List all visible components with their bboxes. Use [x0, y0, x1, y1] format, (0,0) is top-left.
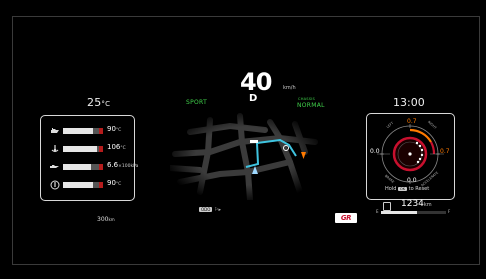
transmission-temp-icon [50, 144, 60, 154]
speed-unit: km/h [283, 85, 296, 91]
fuel-pump-icon [383, 202, 391, 211]
coolant-temp-bar [63, 182, 103, 188]
gauge-row-oil-temp: 90°C [50, 125, 130, 137]
transmission-temp-bar [63, 146, 103, 152]
oil-pressure-bar [63, 164, 103, 170]
fuel-gauge: 1234km E F [376, 199, 451, 214]
reset-hint: Hold OK to Reset [385, 186, 430, 192]
chassis-label: CHASSIS [298, 97, 315, 101]
gear-indicator: D [249, 93, 258, 104]
g-bottom-value: 0.0 [407, 177, 417, 184]
fuel-level-bar [381, 211, 446, 214]
oil-pressure-icon [50, 162, 60, 172]
g-force-panel: 0.7 0.7 0.0 0.0 LEFT RIGHT BRAKE ACCELER… [366, 113, 455, 200]
chassis-mode-label: NORMAL [297, 102, 325, 109]
route-line-2 [256, 138, 297, 157]
oil-temp-bar [63, 128, 103, 134]
speedometer-value: 40 [240, 68, 272, 96]
navigation-map [170, 113, 318, 200]
engine-oil-icon [50, 126, 60, 136]
map-roads [170, 113, 318, 200]
gauge-row-coolant-temp: 90°C [50, 179, 130, 191]
outside-temperature: 25°C [87, 96, 111, 109]
g-top-value: 0.7 [407, 118, 417, 125]
gauge-row-transmission-temp: 106°C [50, 143, 130, 155]
gauge-row-oil-pressure: 6.6×100kPa [50, 161, 138, 173]
drive-mode-label: SPORT [186, 99, 208, 106]
clock: 13:00 [393, 96, 425, 109]
gr-logo: GR [335, 213, 357, 223]
waypoint-marker [250, 140, 258, 143]
destination-icon [301, 152, 306, 159]
trip-info: ODO ⚐▸ [199, 207, 221, 213]
g-arc-red [430, 141, 436, 155]
g-dot [408, 152, 412, 156]
coolant-temp-icon [50, 180, 60, 190]
range-readout: 300km [97, 216, 115, 223]
g-left-value: 0.0 [370, 148, 380, 155]
ok-key-icon: OK [397, 187, 408, 191]
gauge-panel-left: 90°C 106°C 6.6×100kPa 90°C [40, 115, 138, 201]
g-right-value: 0.7 [440, 148, 450, 155]
